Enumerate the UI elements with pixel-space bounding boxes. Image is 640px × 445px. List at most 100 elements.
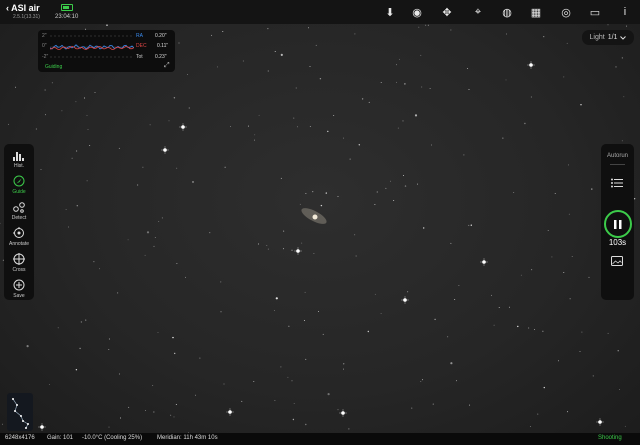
- filter-wheel-icon[interactable]: ◍: [499, 5, 515, 19]
- star: [380, 82, 382, 84]
- star: [176, 262, 178, 264]
- back-brand[interactable]: ‹ ASI air: [6, 3, 40, 13]
- star: [402, 120, 404, 122]
- storage-icon[interactable]: ▭: [587, 5, 603, 19]
- star: [355, 255, 357, 257]
- camera-icon[interactable]: ◉: [409, 5, 425, 19]
- star: [563, 76, 565, 78]
- star: [531, 269, 533, 271]
- dec-label: DEC: [136, 43, 147, 49]
- star: [333, 114, 335, 116]
- star: [280, 177, 282, 179]
- star: [430, 144, 432, 146]
- star: [468, 89, 470, 90]
- star: [84, 97, 86, 99]
- guide-tool[interactable]: Guide: [4, 174, 34, 198]
- star: [254, 134, 256, 136]
- star: [505, 79, 507, 81]
- star: [456, 380, 457, 382]
- star: [348, 428, 350, 430]
- star: [403, 175, 404, 177]
- constellation-thumbnail[interactable]: [7, 393, 33, 431]
- telescope-icon[interactable]: ⌖: [470, 5, 486, 19]
- star: [571, 256, 573, 257]
- star: [106, 24, 108, 26]
- star: [273, 310, 275, 312]
- star: [297, 126, 298, 128]
- star: [623, 96, 625, 98]
- star: [563, 272, 565, 273]
- star: [354, 234, 356, 236]
- hist-label: Hist.: [14, 163, 24, 169]
- star: [280, 53, 283, 56]
- star: [172, 336, 174, 339]
- cross-label: Cross: [12, 267, 26, 273]
- expand-icon[interactable]: ⤢: [164, 62, 170, 70]
- star: [192, 181, 194, 183]
- annotate-tool[interactable]: Annotate: [4, 226, 34, 250]
- star: [61, 110, 63, 112]
- divider: [610, 164, 625, 165]
- star: [71, 157, 73, 159]
- star: [567, 411, 569, 413]
- star: [87, 129, 89, 131]
- star: [80, 321, 83, 323]
- gallery-icon[interactable]: [611, 256, 623, 266]
- cross-tool[interactable]: Cross: [4, 252, 34, 276]
- sky-image[interactable]: [0, 24, 640, 433]
- star: [45, 114, 47, 116]
- star: [566, 42, 568, 44]
- star: [99, 268, 100, 270]
- star: [422, 379, 424, 381]
- star: [86, 115, 88, 117]
- exposure-time[interactable]: 103s: [601, 238, 634, 247]
- annotate-icon: [12, 226, 26, 240]
- star: [188, 107, 190, 109]
- star: [429, 88, 431, 90]
- star: [293, 117, 295, 119]
- pause-button[interactable]: [604, 210, 632, 238]
- star: [223, 383, 225, 385]
- star: [230, 126, 232, 127]
- star: [308, 27, 310, 29]
- guide-camera-icon[interactable]: ◎: [558, 5, 574, 19]
- star: [376, 191, 378, 193]
- star: [621, 140, 623, 142]
- star: [417, 183, 418, 185]
- star: [108, 426, 110, 428]
- save-tool[interactable]: Save: [4, 278, 34, 302]
- star: [1, 423, 3, 425]
- detect-tool[interactable]: Detect: [4, 200, 34, 224]
- autorun-label[interactable]: Autorun: [601, 153, 634, 159]
- star: [185, 276, 186, 278]
- download-icon[interactable]: ⬇: [382, 5, 398, 19]
- mount-icon[interactable]: ✥: [439, 5, 455, 19]
- guide-graph-panel[interactable]: 2" 0" -2" RA DEC Tot 0.20" 0.11" 0.23" G…: [38, 30, 175, 72]
- star: [579, 351, 581, 352]
- hist-tool[interactable]: Hist.: [4, 148, 34, 172]
- star: [283, 230, 285, 232]
- star: [242, 60, 244, 62]
- star: [305, 423, 307, 426]
- meridian-text: Meridian: 11h 43m 10s: [157, 435, 218, 441]
- star: [542, 330, 544, 332]
- star: [343, 363, 345, 365]
- frame-type-selector[interactable]: Light 1/1: [582, 30, 634, 45]
- temperature-text: -10.0°C (Cooling 25%): [82, 435, 143, 441]
- pause-icon: [614, 219, 622, 229]
- star: [537, 413, 539, 415]
- star: [343, 368, 344, 370]
- star: [158, 221, 160, 222]
- list-icon[interactable]: [611, 178, 623, 188]
- star: [291, 380, 293, 382]
- guide-label: Guide: [12, 189, 26, 195]
- dec-value: 0.11": [157, 43, 169, 49]
- star: [117, 292, 119, 294]
- ek-plan-icon[interactable]: ▦: [528, 5, 544, 19]
- star: [161, 217, 163, 219]
- star: [490, 294, 492, 296]
- star: [280, 366, 282, 368]
- star: [173, 416, 175, 418]
- info-icon[interactable]: i: [617, 5, 633, 19]
- frame-count: 1/1: [607, 34, 618, 41]
